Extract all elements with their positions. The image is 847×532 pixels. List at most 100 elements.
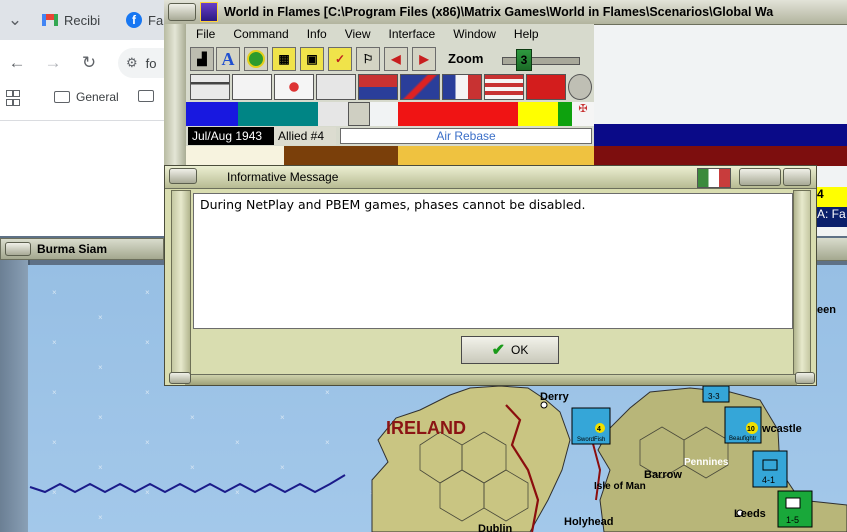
unit-counter-infantry[interactable]: 3-3 xyxy=(702,385,730,403)
nation-flag-row xyxy=(186,74,594,102)
ok-label: OK xyxy=(511,343,529,357)
label-newcastle: wcastle xyxy=(761,423,802,435)
menu-interface[interactable]: Interface xyxy=(389,27,436,41)
dialog-close-button[interactable] xyxy=(783,168,811,186)
svg-text:×: × xyxy=(325,388,330,397)
svg-text:10: 10 xyxy=(747,426,755,433)
china-flag-icon[interactable] xyxy=(358,74,398,100)
svg-text:4-1: 4-1 xyxy=(762,475,775,485)
unit-counter-beaufighter[interactable]: Beaufightr 10 xyxy=(724,406,762,444)
sea-zone-boundary xyxy=(29,474,346,494)
neutral-flag-icon[interactable] xyxy=(316,74,356,100)
uk-flag-icon[interactable] xyxy=(400,74,440,100)
dialog-resize-right[interactable] xyxy=(795,372,815,384)
dialog-right-rail xyxy=(793,190,811,376)
menu-view[interactable]: View xyxy=(345,27,371,41)
zoom-slider-track[interactable] xyxy=(502,57,580,65)
label-isle-of-man: Isle of Man xyxy=(594,481,646,492)
svg-text:×: × xyxy=(190,463,195,472)
informative-message-dialog: Informative Message During NetPlay and P… xyxy=(164,165,817,386)
flag-tool-icon[interactable]: ⚐ xyxy=(356,47,380,71)
window-menu-button[interactable] xyxy=(168,3,196,21)
select-tool-icon[interactable]: ▣ xyxy=(300,47,324,71)
dialog-titlebar: Informative Message xyxy=(165,166,816,189)
color-block xyxy=(186,146,284,166)
menu-info[interactable]: Info xyxy=(307,27,327,41)
label-aberdeen: een xyxy=(817,304,836,316)
color-block xyxy=(186,102,238,126)
color-block xyxy=(518,102,558,126)
italy-flag-icon[interactable] xyxy=(232,74,272,100)
svg-text:×: × xyxy=(235,488,240,497)
round-flag-button[interactable] xyxy=(568,74,592,100)
svg-text:×: × xyxy=(145,288,150,297)
label-dublin: Dublin xyxy=(478,523,512,532)
ussr-flag-icon[interactable] xyxy=(526,74,566,100)
active-side: Allied #4 xyxy=(274,127,336,145)
menu-window[interactable]: Window xyxy=(453,27,496,41)
ireland-landmass xyxy=(371,385,571,532)
unit-counter-hq[interactable]: 1-5 xyxy=(777,490,813,528)
svg-text:×: × xyxy=(98,513,103,522)
wif-logo-icon xyxy=(200,2,218,22)
wif-titlebar: World in Flames [C:\Program Files (x86)\… xyxy=(164,0,847,25)
current-phase: Air Rebase xyxy=(340,128,592,144)
status-row: Jul/Aug 1943 Allied #4 Air Rebase xyxy=(186,126,594,146)
menu-command[interactable]: Command xyxy=(233,27,288,41)
toolbar: ▟ A ▦ ▣ ✓ ⚐ ◀ ▶ Zoom 3 xyxy=(186,44,594,74)
color-stripe-row xyxy=(186,146,594,166)
checkmark-icon: ✔ xyxy=(491,342,506,359)
unit-counter-infantry[interactable]: 4-1 xyxy=(752,450,788,488)
right-counter-number: 4 xyxy=(817,187,847,207)
unit-tool-icon[interactable]: ▟ xyxy=(190,47,214,71)
svg-text:×: × xyxy=(145,438,150,447)
unit-counter-swordfish[interactable]: SwordFish 4 xyxy=(571,407,611,445)
window-title: World in Flames [C:\Program Files (x86)\… xyxy=(224,5,774,19)
menu-bar: File Command Info View Interface Window … xyxy=(186,24,594,44)
svg-text:Beaufightr: Beaufightr xyxy=(729,436,756,442)
svg-text:SwordFish: SwordFish xyxy=(577,437,605,443)
next-arrow-icon[interactable]: ▶ xyxy=(412,47,436,71)
svg-text:×: × xyxy=(52,388,57,397)
svg-text:4: 4 xyxy=(597,426,601,433)
color-block xyxy=(284,146,398,166)
svg-text:3-3: 3-3 xyxy=(708,392,720,401)
japan-flag-icon[interactable] xyxy=(274,74,314,100)
text-toggle-icon[interactable]: A xyxy=(216,47,240,71)
axis-color-strip xyxy=(594,146,847,166)
zoom-label: Zoom xyxy=(448,51,484,66)
color-block xyxy=(398,146,594,166)
hex-tool-icon[interactable] xyxy=(244,47,268,71)
magnifier-icon[interactable] xyxy=(348,102,370,126)
germany-flag-icon[interactable] xyxy=(190,74,230,100)
svg-text:×: × xyxy=(190,413,195,422)
dialog-left-rail xyxy=(171,190,191,376)
menu-help[interactable]: Help xyxy=(514,27,539,41)
right-side-text: A: Fa xyxy=(817,207,847,227)
color-block xyxy=(238,102,318,126)
zoom-slider-thumb[interactable]: 3 xyxy=(516,49,532,71)
svg-text:×: × xyxy=(280,413,285,422)
previous-arrow-icon[interactable]: ◀ xyxy=(384,47,408,71)
message-text: During NetPlay and PBEM games, phases ca… xyxy=(193,193,793,329)
grid-tool-icon[interactable]: ▦ xyxy=(272,47,296,71)
label-leeds: Leeds xyxy=(734,508,766,520)
usa-flag-icon[interactable] xyxy=(484,74,524,100)
dialog-minimize-button[interactable] xyxy=(739,168,781,186)
svg-text:×: × xyxy=(52,338,57,347)
ok-button[interactable]: ✔ OK xyxy=(461,336,559,364)
menu-file[interactable]: File xyxy=(196,27,215,41)
label-ireland: IRELAND xyxy=(386,418,466,438)
dialog-flag-icon xyxy=(697,168,731,188)
svg-text:×: × xyxy=(52,438,57,447)
wif-left-rail xyxy=(164,24,187,166)
label-pennines: Pennines xyxy=(684,457,729,468)
svg-text:×: × xyxy=(98,413,103,422)
dialog-title: Informative Message xyxy=(227,170,339,184)
france-flag-icon[interactable] xyxy=(442,74,482,100)
check-tool-icon[interactable]: ✓ xyxy=(328,47,352,71)
dialog-menu-button[interactable] xyxy=(169,168,197,184)
svg-text:×: × xyxy=(98,313,103,322)
svg-text:1-5: 1-5 xyxy=(786,515,799,525)
dialog-resize-left[interactable] xyxy=(169,372,191,384)
